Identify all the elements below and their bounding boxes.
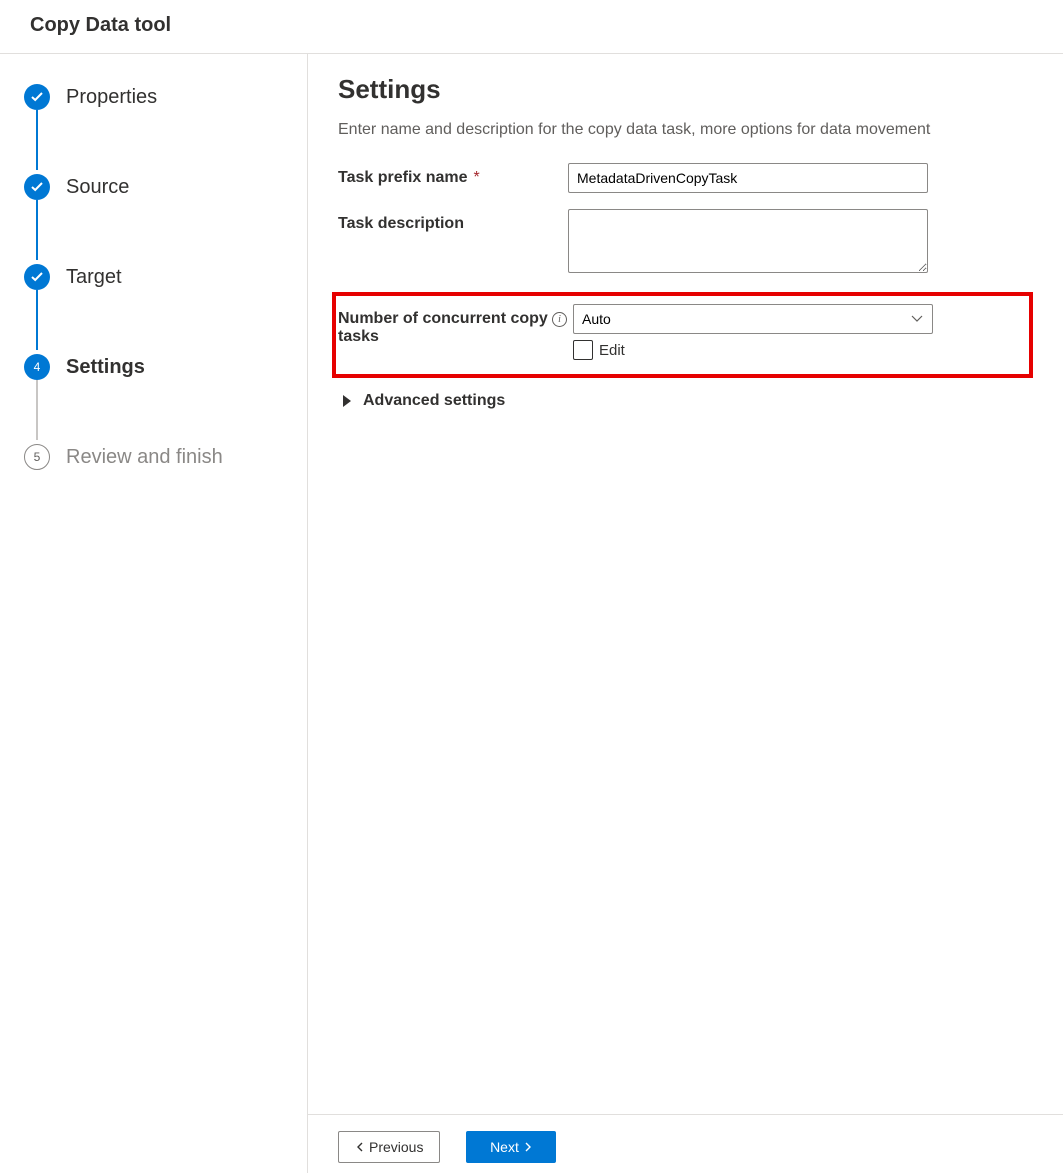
page-subtitle: Enter name and description for the copy …: [338, 121, 1033, 139]
chevron-right-icon: [523, 1142, 533, 1152]
wizard-footer: Previous Next: [308, 1114, 1063, 1173]
info-icon[interactable]: i: [552, 312, 567, 327]
page-title: Settings: [338, 74, 1033, 105]
task-prefix-row: Task prefix name*: [338, 163, 1033, 193]
concurrent-tasks-label: Number of concurrent copy tasks: [338, 304, 552, 346]
task-description-label: Task description: [338, 209, 568, 233]
task-prefix-label: Task prefix name*: [338, 163, 568, 187]
step-target[interactable]: Target: [24, 260, 295, 294]
step-properties[interactable]: Properties: [24, 80, 295, 114]
step-label: Review and finish: [66, 446, 223, 469]
step-source[interactable]: Source: [24, 170, 295, 204]
advanced-settings-toggle[interactable]: Advanced settings: [343, 392, 1033, 410]
edit-checkbox-label: Edit: [599, 342, 625, 359]
advanced-settings-label: Advanced settings: [363, 392, 505, 410]
task-prefix-input[interactable]: [568, 163, 928, 193]
step-label: Source: [66, 176, 129, 199]
step-review[interactable]: 5 Review and finish: [24, 440, 295, 474]
chevron-left-icon: [355, 1142, 365, 1152]
task-description-row: Task description: [338, 209, 1033, 276]
concurrent-tasks-select[interactable]: [573, 304, 933, 334]
step-number-icon: 5: [24, 444, 50, 470]
wizard-steps: Properties Source Target: [0, 54, 308, 1173]
step-settings[interactable]: 4 Settings: [24, 350, 295, 384]
task-description-input[interactable]: [568, 209, 928, 273]
previous-button[interactable]: Previous: [338, 1131, 440, 1163]
edit-checkbox[interactable]: [573, 340, 593, 360]
step-number-icon: 4: [24, 354, 50, 380]
page-header: Copy Data tool: [0, 0, 1063, 54]
header-title: Copy Data tool: [30, 14, 171, 36]
check-icon: [24, 174, 50, 200]
step-label: Target: [66, 266, 122, 289]
step-label: Settings: [66, 356, 145, 379]
required-indicator: *: [474, 169, 480, 187]
step-label: Properties: [66, 86, 157, 109]
check-icon: [24, 264, 50, 290]
next-button[interactable]: Next: [466, 1131, 556, 1163]
concurrent-tasks-highlight: Number of concurrent copy tasks i: [332, 292, 1033, 378]
concurrent-tasks-value[interactable]: [573, 304, 933, 334]
check-icon: [24, 84, 50, 110]
triangle-right-icon: [343, 395, 351, 407]
